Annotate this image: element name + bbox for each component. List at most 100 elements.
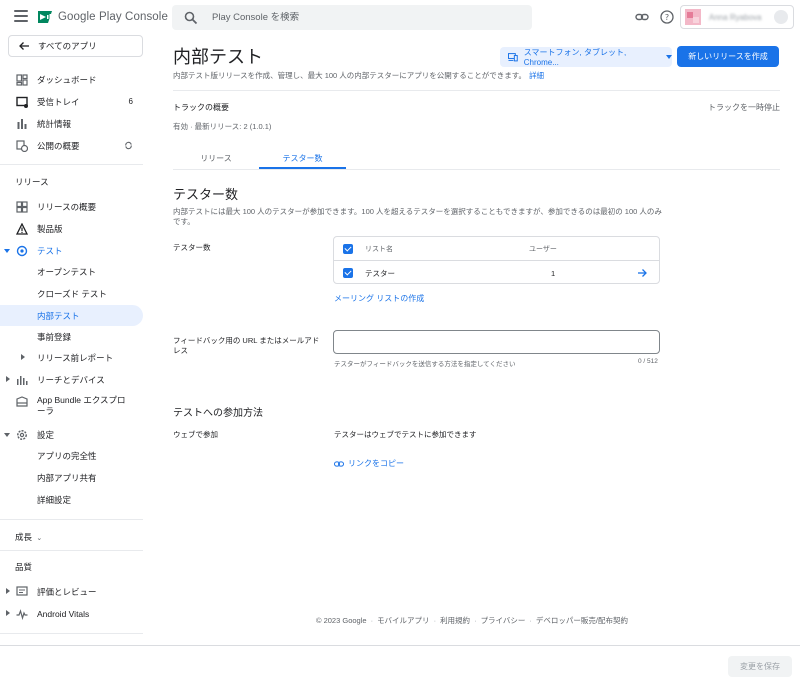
create-mailing-list-link[interactable]: メーリング リストの作成 [334,293,424,304]
pause-track-button[interactable]: トラックを一時停止 [708,102,780,113]
feedback-url-field[interactable] [333,330,660,354]
sidebar-item-label: リーチとデバイス [37,374,105,385]
all-apps-button[interactable]: すべてのアプリ [8,35,143,57]
chevron-right-icon [6,376,10,382]
sidebar-item-label: ダッシュボード [37,74,97,85]
inbox-count-badge: 6 [128,97,133,106]
avatar[interactable] [774,10,788,24]
play-console-logo-icon [38,11,52,23]
all-apps-label: すべてのアプリ [38,41,97,51]
section-header-label: 成長 [15,532,33,542]
sidebar-item-internal-testing[interactable]: 内部テスト [0,305,143,326]
sidebar-item-statistics[interactable]: 統計情報 [0,113,143,134]
sidebar-divider [0,550,143,551]
sidebar-item-release-overview[interactable]: リリースの概要 [0,196,143,217]
sidebar-item-label: 統計情報 [37,118,72,129]
dashboard-icon [16,200,28,213]
menu-icon[interactable] [14,10,28,22]
sidebar-item-open-testing[interactable]: オープンテスト [0,261,143,282]
tester-lists-table: リスト名 ユーザー テスター 1 [333,236,660,284]
sidebar: すべてのアプリ ダッシュボード 受信トレイ 6 統計情報 公開の概要 リリース … [0,34,144,684]
sidebar-item-dashboard[interactable]: ダッシュボード [0,69,143,90]
sidebar-item-label: 内部テスト [37,310,80,321]
sidebar-item-settings[interactable]: 設定 [0,424,143,445]
create-release-button[interactable]: 新しいリリースを作成 [677,46,779,67]
play-console-logo[interactable]: Google Play Console [37,9,168,25]
list-name-cell: テスター [365,268,395,278]
sidebar-item-advanced-settings[interactable]: 詳細設定 [0,489,143,510]
search-bar[interactable] [172,5,532,30]
section-header-quality: 品質 [15,562,33,572]
save-changes-button[interactable]: 変更を保存 [728,656,792,677]
arrow-forward-icon[interactable] [637,268,647,278]
sidebar-item-label: リリースの概要 [37,201,97,212]
section-divider [173,90,780,91]
row-checkbox[interactable] [343,268,353,278]
link-icon[interactable] [635,10,649,24]
sidebar-item-inbox[interactable]: 受信トレイ 6 [0,91,143,112]
footer-link-mobile-app[interactable]: モバイルアプリ [377,616,430,625]
footer-link-terms[interactable]: 利用規約 [440,616,470,625]
sidebar-item-ratings-reviews[interactable]: 評価とレビュー [0,581,143,602]
select-all-checkbox[interactable] [343,243,353,254]
sidebar-item-pre-launch-report[interactable]: リリース前レポート [0,347,143,368]
sidebar-item-publishing-overview[interactable]: 公開の概要 [0,135,143,156]
sidebar-item-app-integrity[interactable]: アプリの完全性 [0,445,143,466]
sidebar-item-label: 製品版 [37,223,63,234]
devices-icon [508,53,518,62]
copy-link-label: リンクをコピー [348,459,404,468]
sidebar-item-android-vitals[interactable]: Android Vitals [0,603,143,624]
copy-link-button[interactable]: リンクをコピー [334,458,404,469]
footer-link-privacy[interactable]: プライバシー [481,616,526,625]
column-header-list-name: リスト名 [365,245,393,253]
web-join-text: テスターはウェブでテストに参加できます [334,430,477,439]
testing-icon [16,245,28,256]
chevron-down-icon [4,433,10,437]
tabs-divider [173,169,780,170]
sidebar-item-label: 事前登録 [37,331,72,342]
table-row[interactable]: テスター 1 [334,261,659,285]
section-header-release: リリース [15,177,49,187]
chevron-right-icon [6,610,10,616]
footer-link-distribution-agreement[interactable]: デベロッパー販売/配布契約 [536,616,628,625]
testers-field-label: テスター数 [173,243,211,252]
sidebar-item-reach-and-devices[interactable]: リーチとデバイス [0,369,143,390]
chevron-down-icon [4,249,10,253]
footer: © 2023 Google · モバイルアプリ · 利用規約 · プライバシー · デベロッパー… [144,615,800,626]
search-input[interactable] [212,12,512,23]
svg-text:?: ? [665,13,669,22]
sidebar-item-label: 詳細設定 [37,494,72,505]
sidebar-item-label: App Bundle エクスプローラ [37,395,126,416]
copyright: © 2023 Google [315,616,367,625]
top-app-bar: Google Play Console ? Anna Ryabova [0,0,800,34]
sidebar-item-internal-app-sharing[interactable]: 内部アプリ共有 [0,467,143,488]
track-status: 有効 · 最新リリース: 2 (1.0.1) [173,122,272,131]
help-icon[interactable]: ? [660,10,674,24]
bottom-action-bar: 変更を保存 [0,645,800,684]
sidebar-item-production[interactable]: 製品版 [0,218,143,239]
sync-icon [125,141,132,150]
sidebar-item-label: 設定 [37,429,55,440]
sidebar-item-label: リリース前レポート [37,352,114,363]
account-name: Anna Ryabova [709,12,762,22]
learn-more-link[interactable]: 詳細 [529,71,544,80]
tab-releases[interactable]: リリース [173,153,259,169]
page-subtitle: 内部テスト版リリースを作成、管理し、最大 100 人の内部テスターにアプリを公開… [173,70,544,81]
sidebar-item-app-bundle-explorer[interactable]: App Bundle エクスプローラ [0,391,143,421]
app-bundle-icon [16,396,28,407]
page-title: 内部テスト [173,47,263,67]
page-subtitle-text: 内部テスト版リリースを作成、管理し、最大 100 人の内部テスターにアプリを公開… [173,71,527,80]
users-count-cell: 1 [551,268,556,278]
sidebar-item-closed-testing[interactable]: クローズド テスト [0,283,143,304]
sidebar-divider [0,633,143,634]
sidebar-item-pre-registration[interactable]: 事前登録 [0,326,143,347]
chevron-down-icon [666,55,672,59]
join-method-title: テストへの参加方法 [173,408,263,419]
account-switcher[interactable]: Anna Ryabova [680,5,794,29]
arrow-back-icon [19,42,29,50]
device-filter-dropdown[interactable]: スマートフォン, タブレット, Chrome... [500,47,672,67]
feedback-url-input[interactable] [334,331,659,353]
sidebar-item-testing[interactable]: テスト [0,240,143,261]
section-header-growth[interactable]: 成長 ⌄ [15,531,42,543]
testers-section-title: テスター数 [173,187,239,202]
